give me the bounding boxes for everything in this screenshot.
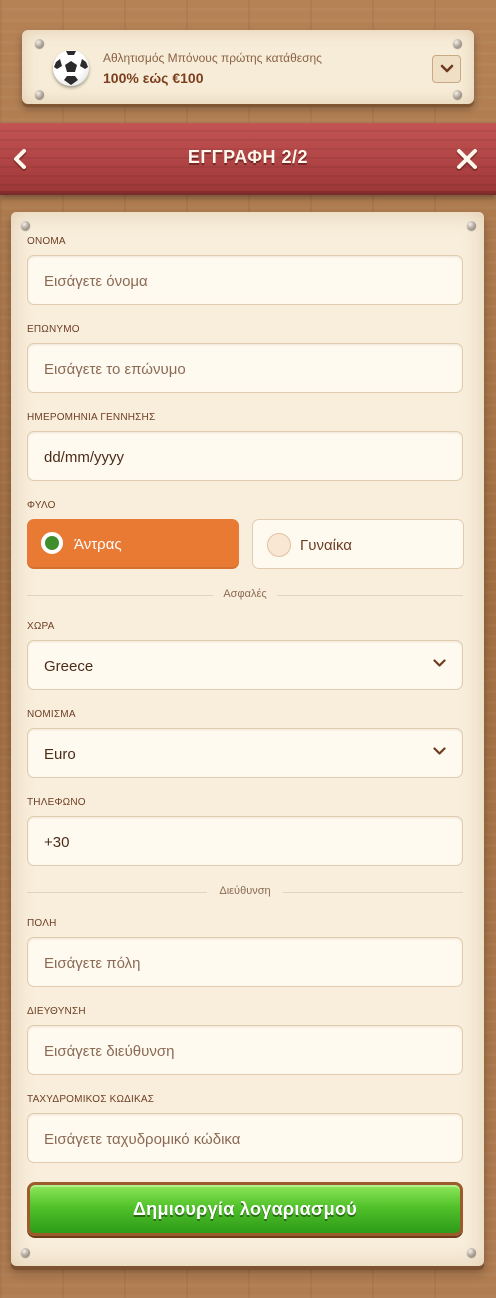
- promo-expand-button[interactable]: [432, 55, 461, 83]
- birthdate-label: ΗΜΕΡΟΜΗΝΙΑ ΓΕΝΝΗΣΗΣ: [27, 412, 156, 423]
- birthdate-field[interactable]: dd/mm/yyyy: [27, 431, 463, 481]
- last-name-label: ΕΠΩΝΥΜΟ: [27, 324, 80, 335]
- city-field[interactable]: Εισάγετε πόλη: [27, 937, 463, 987]
- page-title: ΕΓΓΡΑΦΗ 2/2: [187, 147, 309, 167]
- nail-decoration: [35, 39, 44, 48]
- create-account-label: Δημιουργία λογαριασμού: [132, 1199, 358, 1219]
- registration-header: ΕΓΓΡΑΦΗ 2/2: [0, 123, 496, 195]
- currency-label: ΝΟΜΙΣΜΑ: [27, 709, 76, 720]
- gender-option-female[interactable]: Γυναίκα: [252, 519, 464, 569]
- promo-title: 100% εώς €100: [103, 70, 204, 86]
- city-placeholder: Εισάγετε πόλη: [44, 955, 141, 972]
- nail-decoration: [21, 221, 30, 230]
- last-name-field[interactable]: Εισάγετε το επώνυμο: [27, 343, 463, 393]
- promo-subtitle: Αθλητισμός Μπόνους πρώτης κατάθεσης: [103, 51, 322, 65]
- first-name-label: ΟΝΟΜΑ: [27, 236, 66, 247]
- birthdate-placeholder: dd/mm/yyyy: [44, 449, 125, 466]
- first-name-placeholder: Εισάγετε όνομα: [44, 273, 148, 290]
- country-value: Greece: [44, 658, 94, 675]
- city-label: ΠΟΛΗ: [27, 918, 57, 929]
- address-label: ΔΙΕΥΘΥΝΣΗ: [27, 1006, 86, 1017]
- country-label: ΧΩΡΑ: [27, 621, 55, 632]
- currency-select[interactable]: Euro: [27, 728, 463, 778]
- gender-female-label: Γυναίκα: [300, 537, 352, 554]
- nail-decoration: [453, 39, 462, 48]
- postal-code-label: ΤΑΧΥΔΡΟΜΙΚΟΣ ΚΩΔΙΚΑΣ: [27, 1094, 155, 1105]
- nail-decoration: [21, 1248, 30, 1257]
- phone-value: +30: [44, 834, 70, 851]
- soccer-ball-icon: [53, 50, 89, 86]
- create-account-button[interactable]: Δημιουργία λογαριασμού: [27, 1182, 463, 1236]
- chevron-down-icon: [433, 659, 446, 667]
- radio-unselected-icon: [267, 533, 291, 557]
- phone-field[interactable]: +30: [27, 816, 463, 866]
- chevron-down-icon: [433, 747, 446, 755]
- chevron-down-icon: [440, 64, 453, 73]
- postal-code-field[interactable]: Εισάγετε ταχυδρομικό κώδικα: [27, 1113, 463, 1163]
- address-divider-label: Διεύθυνση: [219, 885, 271, 897]
- gender-option-male[interactable]: Άντρας: [27, 519, 239, 569]
- radio-selected-icon: [41, 532, 63, 554]
- last-name-placeholder: Εισάγετε το επώνυμο: [44, 361, 186, 378]
- bonus-promo-card[interactable]: Αθλητισμός Μπόνους πρώτης κατάθεσης 100%…: [22, 30, 474, 104]
- close-button[interactable]: [454, 146, 480, 172]
- gender-label: ΦΥΛΟ: [27, 500, 56, 511]
- address-placeholder: Εισάγετε διεύθυνση: [44, 1043, 175, 1060]
- country-select[interactable]: Greece: [27, 640, 463, 690]
- gender-male-label: Άντρας: [74, 536, 122, 553]
- secure-section-divider: Ασφαλές: [27, 588, 463, 602]
- first-name-field[interactable]: Εισάγετε όνομα: [27, 255, 463, 305]
- nail-decoration: [453, 90, 462, 99]
- nail-decoration: [467, 1248, 476, 1257]
- postal-code-placeholder: Εισάγετε ταχυδρομικό κώδικα: [44, 1131, 241, 1148]
- address-section-divider: Διεύθυνση: [27, 885, 463, 899]
- currency-value: Euro: [44, 746, 76, 763]
- nail-decoration: [35, 90, 44, 99]
- secure-divider-label: Ασφαλές: [223, 588, 267, 600]
- close-icon: [456, 149, 478, 171]
- address-field[interactable]: Εισάγετε διεύθυνση: [27, 1025, 463, 1075]
- nail-decoration: [467, 221, 476, 230]
- phone-label: ΤΗΛΕΦΩΝΟ: [27, 797, 86, 808]
